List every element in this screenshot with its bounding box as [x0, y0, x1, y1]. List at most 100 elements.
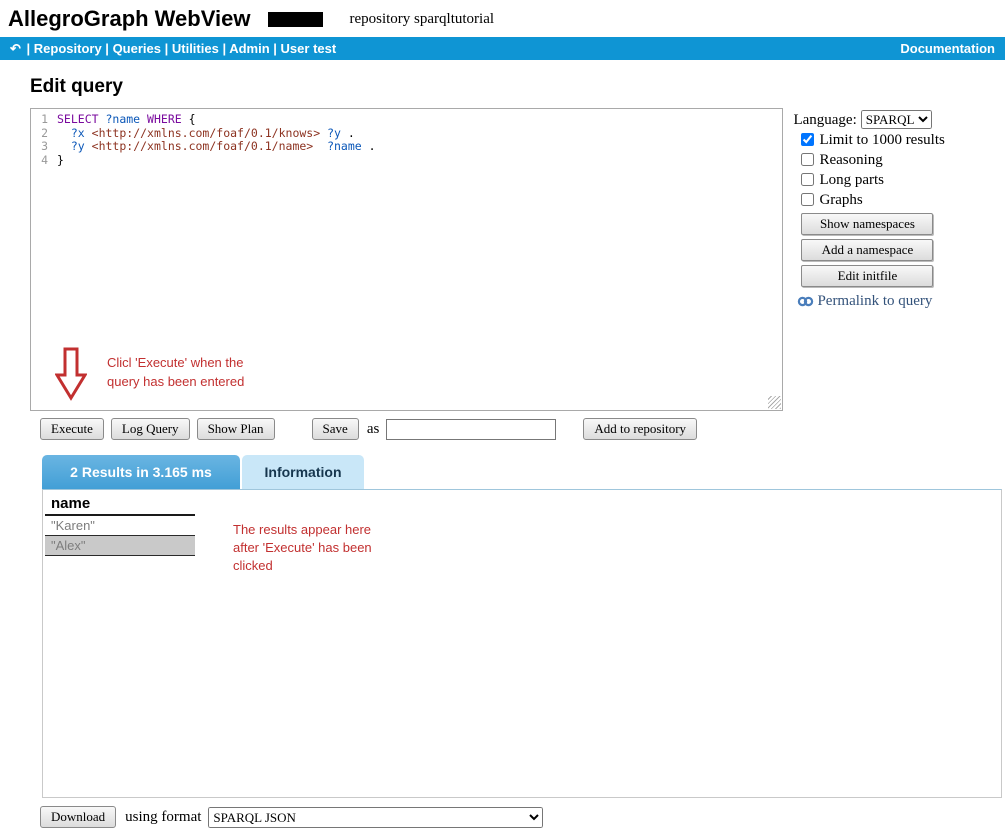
code-area: 1SELECT ?name WHERE {2 ?x <http://xmlns.…: [31, 113, 782, 167]
as-label: as: [367, 421, 380, 438]
line-content: SELECT ?name WHERE {: [57, 113, 196, 127]
code-token: <http://xmlns.com/foaf/0.1/knows>: [92, 126, 320, 140]
code-token: [313, 139, 327, 153]
tab-2-results-in-3-165-ms[interactable]: 2 Results in 3.165 ms: [42, 455, 240, 489]
nav-item-utilities[interactable]: Utilities: [172, 41, 219, 56]
code-token: ?name: [327, 139, 362, 153]
execute-button[interactable]: Execute: [40, 418, 104, 440]
code-token: {: [182, 112, 196, 126]
results-panel: name "Karen""Alex" The results appear he…: [42, 489, 1002, 798]
nav-item-documentation[interactable]: Documentation: [900, 41, 995, 56]
option-label: Graphs: [819, 192, 862, 208]
code-token: SELECT: [57, 112, 99, 126]
log-query-button[interactable]: Log Query: [111, 418, 190, 440]
page-title: Edit query: [30, 76, 1005, 98]
nav-items: | Repository | Queries | Utilities | Adm…: [23, 41, 336, 56]
nav-separator: |: [23, 41, 34, 56]
repository-info: repository sparqltutorial: [349, 11, 494, 27]
result-cell: "Alex": [45, 536, 195, 556]
table-row: "Alex": [45, 536, 195, 556]
save-name-input[interactable]: [386, 419, 556, 440]
query-editor[interactable]: 1SELECT ?name WHERE {2 ?x <http://xmlns.…: [30, 108, 783, 411]
tab-information[interactable]: Information: [242, 455, 364, 489]
panel-buttons: Show namespaces Add a namespace Edit initf…: [793, 213, 1005, 287]
option-limit-to-1000-results: Limit to 1000 results: [801, 132, 1005, 149]
nav-bar: ↶ | Repository | Queries | Utilities | A…: [0, 37, 1005, 60]
nav-separator: |: [102, 41, 113, 56]
red-arrow-down-icon: [55, 347, 87, 401]
code-token: ?x: [71, 126, 85, 140]
code-token: ?name: [105, 112, 140, 126]
permalink-label: Permalink to query: [817, 293, 932, 310]
result-cell: "Karen": [45, 515, 195, 536]
code-token: .: [341, 126, 355, 140]
nav-left: ↶ | Repository | Queries | Utilities | A…: [10, 41, 336, 57]
code-token: ?y: [327, 126, 341, 140]
line-content: }: [57, 154, 64, 168]
add-a-namespace-button[interactable]: Add a namespace: [801, 239, 933, 261]
execute-note: Clicl 'Execute' when thequery has been e…: [107, 353, 244, 401]
add-to-repository-button[interactable]: Add to repository: [583, 418, 697, 440]
line-content: ?y <http://xmlns.com/foaf/0.1/name> ?nam…: [57, 140, 376, 154]
code-token: [85, 139, 92, 153]
line-number: 3: [31, 140, 57, 154]
table-row: "Karen": [45, 515, 195, 536]
show-plan-button[interactable]: Show Plan: [197, 418, 275, 440]
options-panel: Language: SPARQL Limit to 1000 resultsRea…: [793, 108, 1005, 310]
annotation-line: clicked: [233, 557, 372, 575]
code-token: <http://xmlns.com/foaf/0.1/name>: [92, 139, 314, 153]
language-select[interactable]: SPARQL: [861, 110, 932, 129]
resize-handle-icon[interactable]: [768, 396, 781, 409]
nav-item-queries[interactable]: Queries: [113, 41, 161, 56]
code-token: }: [57, 153, 64, 167]
nav-item-user-test[interactable]: User test: [281, 41, 337, 56]
results-table: name "Karen""Alex": [45, 493, 195, 556]
link-icon: [797, 294, 814, 309]
code-token: [57, 126, 71, 140]
edit-initfile-button[interactable]: Edit initfile: [801, 265, 933, 287]
long-parts-checkbox[interactable]: [801, 173, 814, 186]
code-token: [57, 139, 71, 153]
permalink-link[interactable]: Permalink to query: [797, 293, 1005, 310]
graphs-checkbox[interactable]: [801, 193, 814, 206]
reasoning-checkbox[interactable]: [801, 153, 814, 166]
language-label: Language:: [793, 112, 856, 128]
nav-item-repository[interactable]: Repository: [34, 41, 102, 56]
code-token: [140, 112, 147, 126]
line-number: 1: [31, 113, 57, 127]
option-label: Limit to 1000 results: [819, 132, 944, 148]
code-token: [85, 126, 92, 140]
annotation-line: after 'Execute' has been: [233, 539, 372, 557]
annotation-line: The results appear here: [233, 521, 372, 539]
format-select[interactable]: SPARQL JSON: [208, 807, 543, 828]
code-line: 2 ?x <http://xmlns.com/foaf/0.1/knows> ?…: [31, 127, 782, 141]
results-column-header: name: [45, 493, 195, 515]
app-title: AllegroGraph WebView: [8, 6, 250, 31]
option-long-parts: Long parts: [801, 172, 1005, 189]
code-line: 4}: [31, 154, 782, 168]
using-format-label: using format: [125, 809, 201, 826]
header: AllegroGraph WebView repository sparqltu…: [0, 0, 1005, 37]
option-graphs: Graphs: [801, 192, 1005, 209]
show-namespaces-button[interactable]: Show namespaces: [801, 213, 933, 235]
line-number: 2: [31, 127, 57, 141]
toolbar: Execute Log Query Show Plan Save as Add …: [40, 418, 1005, 440]
save-button[interactable]: Save: [312, 418, 359, 440]
checkbox-list: Limit to 1000 resultsReasoningLong parts…: [793, 132, 1005, 209]
code-token: WHERE: [147, 112, 182, 126]
redaction-bar: [268, 12, 323, 27]
editor-row: 1SELECT ?name WHERE {2 ?x <http://xmlns.…: [30, 108, 1005, 411]
results-note: The results appear hereafter 'Execute' h…: [233, 521, 372, 575]
nav-item-admin[interactable]: Admin: [229, 41, 269, 56]
nav-separator: |: [161, 41, 172, 56]
annotation-line: query has been entered: [107, 372, 244, 391]
back-icon[interactable]: ↶: [10, 41, 21, 57]
line-content: ?x <http://xmlns.com/foaf/0.1/knows> ?y …: [57, 127, 355, 141]
results-header-row: name: [45, 493, 195, 515]
tabs: 2 Results in 3.165 msInformation: [42, 455, 1005, 489]
code-token: .: [362, 139, 376, 153]
nav-separator: |: [219, 41, 229, 56]
limit-to-1000-results-checkbox[interactable]: [801, 133, 814, 146]
language-row: Language: SPARQL: [793, 110, 1005, 129]
results-table-body: "Karen""Alex": [45, 515, 195, 556]
